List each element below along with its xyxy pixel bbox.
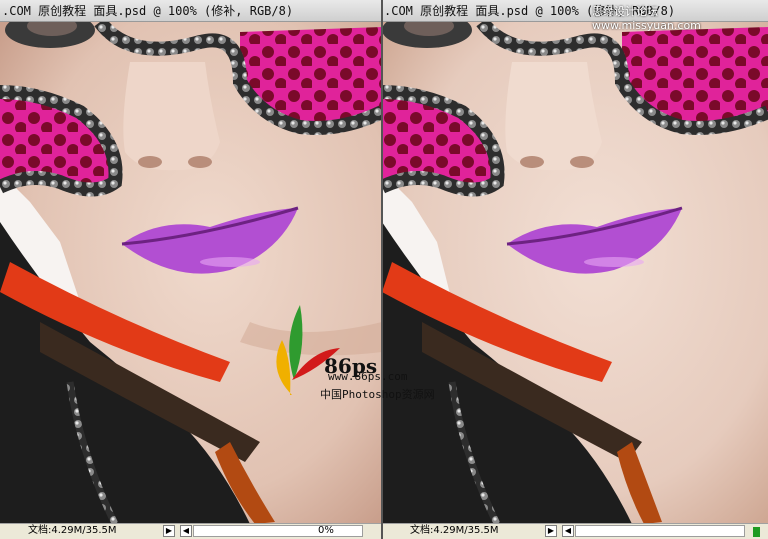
right-document-window: .COM 原创教程 面具.psd @ 100% (修补, RGB/8) 文档:4…	[382, 0, 768, 539]
left-status-menu-arrow-icon[interactable]: ▶	[163, 525, 175, 537]
right-horizontal-scrollbar[interactable]	[575, 525, 745, 537]
right-scroll-left-icon[interactable]: ◀	[562, 525, 574, 537]
right-status-menu-arrow-icon[interactable]: ▶	[545, 525, 557, 537]
left-horizontal-scrollbar[interactable]	[193, 525, 363, 537]
left-window-title[interactable]: .COM 原创教程 面具.psd @ 100% (修补, RGB/8)	[0, 0, 382, 22]
left-scroll-left-icon[interactable]: ◀	[180, 525, 192, 537]
left-zoom-level: 0%	[318, 525, 334, 536]
watermark-caption: 中国Photoshop资源网	[320, 388, 435, 401]
right-document-size: 文档:4.29M/35.5M	[410, 525, 499, 536]
right-status-bar: 文档:4.29M/35.5M ▶ ◀	[382, 523, 768, 539]
left-canvas[interactable]	[0, 22, 382, 524]
status-indicator-icon	[753, 527, 760, 537]
left-status-bar: 文档:4.29M/35.5M ▶ ◀ 0%	[0, 523, 382, 539]
window-divider	[381, 0, 383, 539]
left-document-window: .COM 原创教程 面具.psd @ 100% (修补, RGB/8) 文档:4…	[0, 0, 382, 539]
right-canvas[interactable]	[382, 22, 768, 524]
86ps-logo-icon	[276, 305, 340, 395]
left-document-size: 文档:4.29M/35.5M	[28, 525, 117, 536]
right-photo	[382, 22, 768, 524]
left-photo	[0, 22, 382, 524]
photoshop-comparison-screen: .COM 原创教程 面具.psd @ 100% (修补, RGB/8) 文档:4…	[0, 0, 768, 539]
watermark-86ps: 86ps www.86ps.com 中国Photoshop资源网	[262, 300, 462, 410]
watermark-url: www.86ps.com	[328, 370, 408, 383]
corner-watermark: 思缘设计论坛 www.missyuan.com	[592, 5, 701, 32]
